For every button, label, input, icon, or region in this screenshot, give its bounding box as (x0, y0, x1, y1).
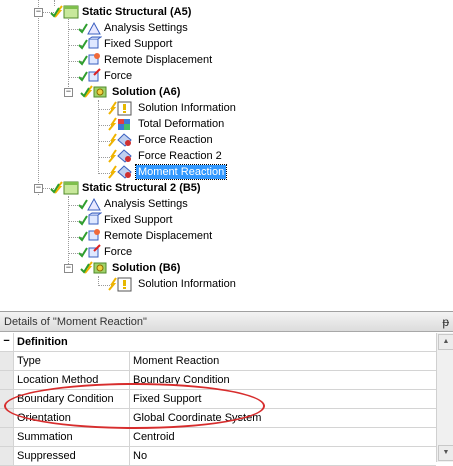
solution-icon (80, 260, 110, 276)
solution-information-icon (106, 100, 136, 116)
tree-label: Fixed Support (104, 38, 173, 50)
scroll-down-arrow-icon[interactable]: ▼ (438, 445, 453, 461)
static-structural-icon (50, 180, 80, 196)
property-row-suppressed[interactable]: Suppressed No (0, 447, 436, 466)
force-reaction-icon (106, 148, 136, 164)
scroll-up-arrow-icon[interactable]: ▲ (438, 334, 453, 350)
tree-label-selected: Moment Reaction (134, 164, 228, 180)
tree-label: Solution (A6) (112, 86, 181, 98)
tree-label: Force (104, 70, 133, 82)
row-gutter (0, 352, 14, 370)
tree-node-fixed-support-b5[interactable]: Fixed Support (78, 212, 174, 228)
tree-label: Force Reaction (138, 134, 213, 146)
property-row-type[interactable]: Type Moment Reaction (0, 352, 436, 371)
group-label: Definition (17, 336, 68, 348)
property-row-boundary-condition[interactable]: Boundary Condition Fixed Support (0, 390, 436, 409)
tree-label: Analysis Settings (104, 22, 188, 34)
static-structural-icon (50, 4, 80, 20)
tree-node-analysis-settings-a5[interactable]: Analysis Settings (78, 20, 190, 36)
force-icon (78, 244, 102, 260)
tree-node-solution-information-b6[interactable]: Solution Information (106, 276, 238, 292)
solution-information-icon (106, 276, 136, 292)
collapse-toggle-a6[interactable]: − (64, 88, 73, 97)
property-row-summation[interactable]: Summation Centroid (0, 428, 436, 447)
tree-node-fixed-support-a5[interactable]: Fixed Support (78, 36, 174, 52)
property-value[interactable]: Boundary Condition (130, 371, 230, 389)
group-toggle[interactable]: − (0, 333, 14, 351)
details-panel: Details of "Moment Reaction" ᵽ − Definit… (0, 311, 453, 466)
tree-label: Static Structural 2 (B5) (82, 182, 201, 194)
tree-label: Static Structural (A5) (82, 6, 192, 18)
tree-label: Total Deformation (138, 118, 225, 130)
tree-label: Force Reaction 2 (138, 150, 222, 162)
vertical-scrollbar[interactable]: ▲ ▼ (436, 333, 453, 462)
remote-displacement-icon (78, 52, 102, 68)
property-value[interactable]: Global Coordinate System (130, 409, 261, 427)
tree-node-static-structural-a5[interactable]: Static Structural (A5) (50, 4, 193, 20)
tree-label: Fixed Support (104, 214, 173, 226)
tree-node-total-deformation-a6[interactable]: Total Deformation (106, 116, 226, 132)
row-gutter (0, 409, 14, 427)
property-row-location-method[interactable]: Location Method Boundary Condition (0, 371, 436, 390)
details-title: Details of "Moment Reaction" (4, 315, 147, 328)
tree-node-analysis-settings-b5[interactable]: Analysis Settings (78, 196, 190, 212)
collapse-toggle-b5[interactable]: − (34, 184, 43, 193)
solution-icon (80, 84, 110, 100)
property-value[interactable]: No (130, 447, 147, 465)
outline-tree: − Static Structural (A5) Analysis Settin… (0, 0, 453, 303)
property-key: Suppressed (14, 447, 130, 465)
details-grid: − Definition Type Moment Reaction Locatio… (0, 333, 436, 466)
collapse-toggle-b6[interactable]: − (64, 264, 73, 273)
tree-label: Solution Information (138, 278, 236, 290)
group-row-definition[interactable]: − Definition (0, 333, 436, 352)
row-gutter (0, 447, 14, 465)
tree-node-solution-b6[interactable]: Solution (B6) (80, 260, 182, 276)
tree-node-force-reaction-a6[interactable]: Force Reaction (106, 132, 215, 148)
property-value[interactable]: Moment Reaction (130, 352, 219, 370)
tree-node-static-structural-2-b5[interactable]: Static Structural 2 (B5) (50, 180, 203, 196)
tree-label: Analysis Settings (104, 198, 188, 210)
row-gutter (0, 428, 14, 446)
tree-label: Solution (B6) (112, 262, 181, 274)
collapse-toggle-a5[interactable]: − (34, 8, 43, 17)
force-icon (78, 68, 102, 84)
property-row-orientation[interactable]: Orientation Global Coordinate System (0, 409, 436, 428)
force-reaction-icon (106, 132, 136, 148)
tree-node-solution-a6[interactable]: Solution (A6) (80, 84, 182, 100)
fixed-support-icon (78, 212, 102, 228)
tree-node-force-reaction-2-a6[interactable]: Force Reaction 2 (106, 148, 224, 164)
details-header: Details of "Moment Reaction" ᵽ (0, 312, 453, 332)
tree-label: Force (104, 246, 133, 258)
tree-node-moment-reaction-a6[interactable]: Moment Reaction (106, 164, 228, 180)
pin-icon[interactable]: ᵽ (442, 315, 449, 329)
tree-node-remote-displacement-a5[interactable]: Remote Displacement (78, 52, 214, 68)
row-gutter (0, 371, 14, 389)
tree-label: Solution Information (138, 102, 236, 114)
tree-label: Remote Displacement (104, 230, 213, 242)
fixed-support-icon (78, 36, 102, 52)
tree-node-remote-displacement-b5[interactable]: Remote Displacement (78, 228, 214, 244)
analysis-settings-icon (78, 196, 102, 212)
tree-node-solution-information-a6[interactable]: Solution Information (106, 100, 238, 116)
property-key: Boundary Condition (14, 390, 130, 408)
analysis-settings-icon (78, 20, 102, 36)
moment-reaction-icon (106, 164, 136, 180)
property-key: Summation (14, 428, 130, 446)
total-deformation-icon (106, 116, 136, 132)
property-value[interactable]: Fixed Support (130, 390, 201, 408)
remote-displacement-icon (78, 228, 102, 244)
property-key: Orientation (14, 409, 130, 427)
property-value[interactable]: Centroid (130, 428, 175, 446)
tree-node-force-b5[interactable]: Force (78, 244, 134, 260)
tree-node-force-a5[interactable]: Force (78, 68, 134, 84)
tree-label: Remote Displacement (104, 54, 213, 66)
property-key: Type (14, 352, 130, 370)
property-key: Location Method (14, 371, 130, 389)
row-gutter (0, 390, 14, 408)
